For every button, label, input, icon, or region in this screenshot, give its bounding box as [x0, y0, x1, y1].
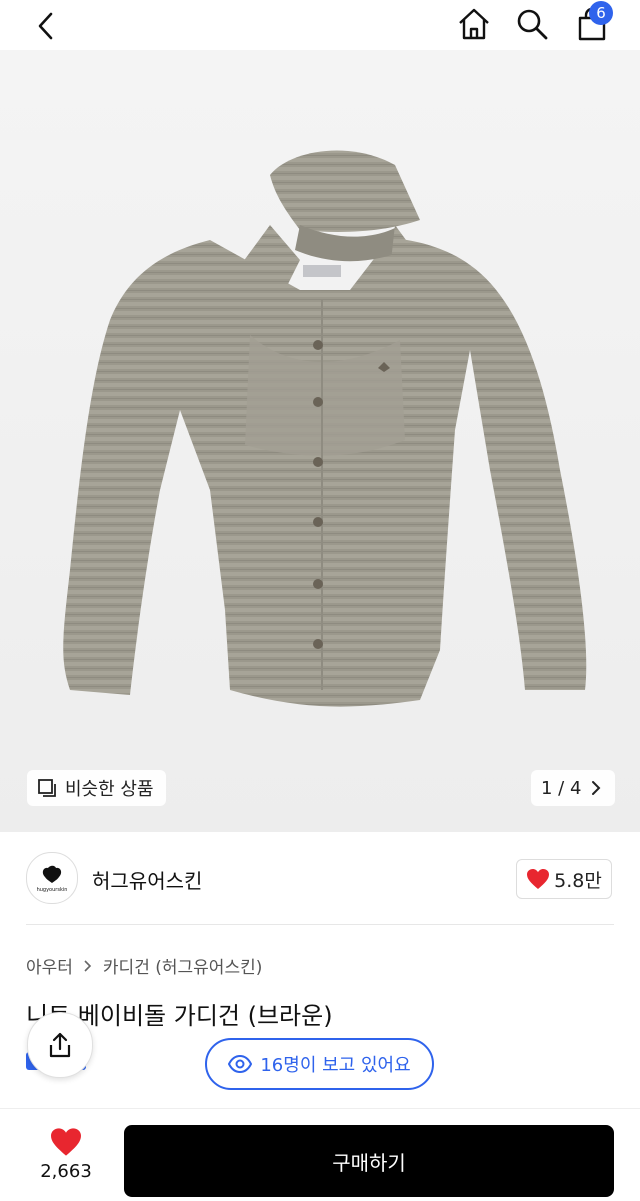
chevron-left-icon — [38, 12, 53, 40]
search-button[interactable] — [510, 4, 554, 44]
brand-row: hugyourskin 허그유어스킨 5.8만 — [0, 832, 640, 926]
share-icon — [49, 1032, 71, 1058]
image-counter: 1 / 4 — [541, 777, 582, 799]
wishlist-count: 2,663 — [40, 1160, 92, 1182]
similar-icon — [38, 779, 56, 797]
bottom-action-bar: 2,663 구매하기 — [0, 1108, 640, 1201]
viewers-text: 16명이 보고 있어요 — [260, 1055, 411, 1076]
cart-count-badge: 6 — [589, 1, 613, 25]
brand-like-count: 5.8만 — [554, 869, 602, 892]
cardigan-image — [63, 150, 587, 707]
home-button[interactable] — [452, 4, 496, 44]
home-icon — [459, 8, 489, 40]
breadcrumb: 아우터 카디건 (허그유어스킨) — [26, 953, 262, 978]
divider — [26, 924, 614, 925]
buy-button[interactable]: 구매하기 — [124, 1125, 614, 1197]
share-button[interactable] — [27, 1012, 93, 1078]
brand-logo[interactable]: hugyourskin — [26, 852, 78, 904]
eye-icon — [228, 1055, 253, 1073]
image-counter-button[interactable]: 1 / 4 — [531, 770, 616, 806]
heart-icon — [527, 869, 550, 889]
brand-logo-text: hugyourskin — [37, 887, 68, 893]
similar-products-button[interactable]: 비슷한 상품 — [27, 770, 166, 806]
product-image[interactable]: 비슷한 상품 1 / 4 — [0, 50, 640, 832]
breadcrumb-item-cardigan[interactable]: 카디건 (허그유어스킨) — [103, 953, 262, 978]
top-bar: 6 — [0, 0, 640, 50]
search-icon — [517, 9, 548, 40]
brand-name[interactable]: 허그유어스킨 — [92, 865, 202, 894]
chevron-right-icon — [84, 959, 92, 972]
brand-like-button[interactable]: 5.8만 — [516, 859, 612, 899]
brand-logo-mark: hugyourskin — [37, 865, 68, 893]
back-button[interactable] — [26, 6, 66, 46]
viewers-badge: 16명이 보고 있어요 — [205, 1038, 434, 1090]
chevron-right-icon — [592, 781, 601, 795]
wishlist-button[interactable]: 2,663 — [26, 1119, 106, 1189]
heart-icon — [51, 1127, 81, 1156]
similar-label: 비슷한 상품 — [65, 779, 154, 800]
breadcrumb-item-outer[interactable]: 아우터 — [26, 953, 73, 978]
